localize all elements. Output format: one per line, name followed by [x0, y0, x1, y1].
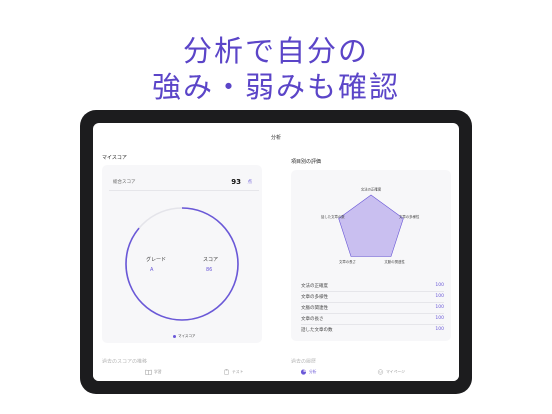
- metric-value: 100: [435, 294, 444, 299]
- legend-label: マイスコア: [178, 334, 196, 338]
- tab-label: 学習: [154, 369, 162, 374]
- smile-icon: [377, 369, 384, 375]
- metric-row: 文脈の関連性 100: [301, 305, 444, 311]
- score-label: スコア: [203, 257, 219, 263]
- tab-label: テスト: [232, 369, 244, 374]
- metric-divider: [301, 291, 444, 292]
- metric-value: 100: [435, 305, 444, 310]
- pie-chart-icon: [300, 369, 307, 375]
- tab-label: 分析: [309, 369, 317, 374]
- radar-axis-label: 話した文章の数: [321, 214, 345, 219]
- score-divider: [109, 190, 259, 191]
- total-score-value: 93: [231, 178, 241, 186]
- headline-line-2: 強み・弱みも確認: [151, 70, 400, 104]
- radar-series-shape: [338, 194, 404, 257]
- score-value: 86: [206, 267, 213, 273]
- metric-row: 話した文章の数 100: [301, 327, 444, 333]
- metric-value: 100: [435, 327, 444, 332]
- metric-divider: [301, 324, 444, 325]
- metric-row: 文章の長さ 100: [301, 316, 444, 322]
- tab-test[interactable]: テスト: [223, 369, 243, 375]
- metric-row: 文章の多様性 100: [301, 294, 444, 300]
- radar-axis-label: 文章の多様性: [399, 214, 420, 219]
- score-ring: [125, 207, 239, 321]
- nav-title: 分析: [270, 135, 281, 141]
- grade-label: グレード: [146, 257, 167, 263]
- metric-label: 話した文章の数: [301, 328, 333, 333]
- book-icon: [145, 369, 152, 375]
- radar-chart: 文法の正確度文章の多様性文脈の関連性 文章の長さ 話した文章の数: [321, 186, 420, 264]
- metric-value: 100: [435, 316, 444, 321]
- tab-analysis[interactable]: 分析: [300, 369, 317, 375]
- tab-mypage[interactable]: マイページ: [377, 369, 405, 375]
- total-score-unit: 点: [247, 180, 253, 185]
- metric-value: 100: [435, 283, 444, 288]
- evaluation-title: 項目別の評価: [291, 159, 322, 165]
- chart-legend: マイスコア: [173, 334, 195, 339]
- metric-row: 文法の正確度 100: [301, 283, 444, 289]
- metric-divider: [301, 302, 444, 303]
- legend-dot: [173, 334, 176, 338]
- clipboard-icon: [224, 369, 229, 375]
- metric-divider: [301, 313, 444, 314]
- metric-label: 文章の長さ: [301, 317, 324, 322]
- grade-value: A: [150, 267, 154, 273]
- tab-study[interactable]: 学習: [145, 369, 162, 375]
- tab-label: マイページ: [386, 369, 405, 374]
- radar-axis-label: 文法の正確度: [361, 186, 382, 191]
- metric-label: 文脈の関連性: [301, 306, 328, 311]
- metric-label: 文法の正確度: [301, 284, 328, 289]
- total-score-label: 総合スコア: [113, 180, 136, 185]
- radar-axis-label: 文章の長さ: [339, 259, 356, 264]
- tab-bar: 学習 テスト 分析 マイページ: [93, 363, 459, 381]
- metric-label: 文章の多様性: [301, 295, 328, 300]
- radar-axis-label: 文脈の関連性: [384, 259, 405, 264]
- my-score-title: マイスコア: [102, 155, 127, 161]
- app-screen: 分析 マイスコア 総合スコア 93 点 グレード A スコア 86 マイスコア …: [93, 123, 459, 381]
